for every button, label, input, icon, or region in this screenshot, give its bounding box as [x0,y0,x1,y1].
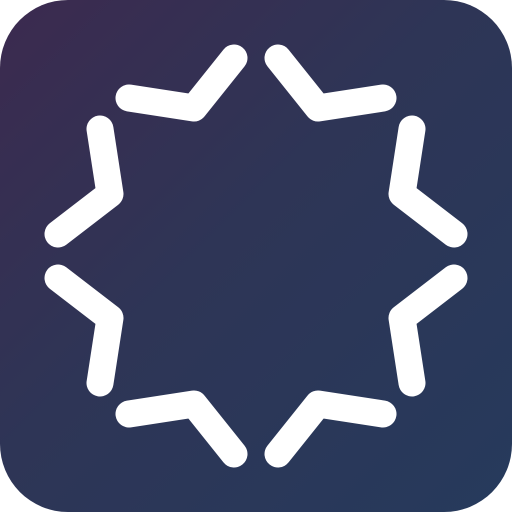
icon-background [0,0,512,512]
app-icon[interactable] [0,0,512,512]
app-icon-graphic [0,0,512,512]
